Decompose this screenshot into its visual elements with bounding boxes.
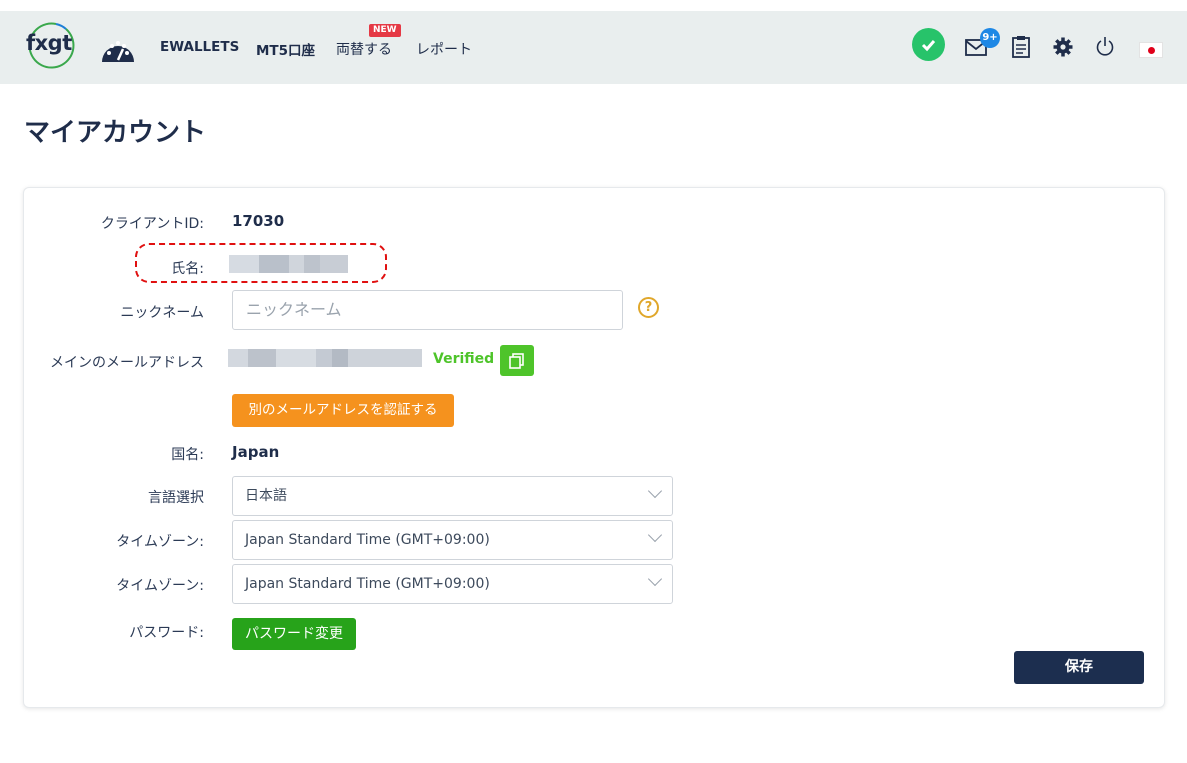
redaction-block [259, 255, 289, 273]
client-id-value: 17030 [232, 212, 285, 230]
gear-icon[interactable] [1053, 37, 1073, 57]
save-button[interactable]: 保存 [1014, 651, 1144, 684]
redaction-block [276, 349, 316, 367]
client-id-label: クライアントID: [100, 216, 204, 232]
chevron-down-icon [647, 527, 663, 543]
timezone-select-value: Japan Standard Time (GMT+09:00) [245, 532, 490, 548]
dashboard-gauge-icon[interactable] [100, 35, 136, 65]
timezone-label-2: タイムゾーン: [116, 578, 204, 594]
top-navbar: fxgt EWALLETS MT5口座 両替する NEW レポート 9+ [0, 11, 1187, 84]
timezone-select-2[interactable]: Japan Standard Time (GMT+09:00) [232, 564, 673, 604]
copy-email-button[interactable] [500, 345, 534, 376]
nav-ewallets[interactable]: EWALLETS [160, 39, 239, 55]
country-label: 国名: [171, 447, 204, 463]
timezone-label: タイムゾーン: [116, 534, 204, 550]
nav-mt5-accounts[interactable]: MT5口座 [256, 39, 315, 59]
fxgt-logo[interactable]: fxgt [26, 21, 80, 71]
chevron-down-icon [647, 571, 663, 587]
nickname-label: ニックネーム [120, 305, 204, 321]
timezone-select[interactable]: Japan Standard Time (GMT+09:00) [232, 520, 673, 560]
language-select-value: 日本語 [245, 488, 287, 504]
logo-text: fxgt [26, 31, 72, 55]
timezone-select-value-2: Japan Standard Time (GMT+09:00) [245, 576, 490, 592]
redaction-block [348, 349, 422, 367]
email-verified-status: Verified [433, 351, 495, 367]
nav-exchange[interactable]: 両替する [336, 39, 392, 59]
help-question-icon[interactable]: ? [638, 297, 659, 318]
page-title: マイアカウント [24, 118, 207, 148]
redaction-block [316, 349, 332, 367]
language-select[interactable]: 日本語 [232, 476, 673, 516]
account-form-card: クライアントID: 17030 氏名: ニックネーム ニックネーム ? メインの… [23, 187, 1165, 708]
verified-status-icon[interactable] [912, 28, 945, 61]
verify-other-email-button[interactable]: 別のメールアドレスを認証する [232, 394, 454, 427]
password-label: パスワード: [129, 625, 204, 641]
change-password-button[interactable]: パスワード変更 [232, 618, 356, 650]
email-label: メインのメールアドレス [50, 355, 204, 371]
redaction-block [248, 349, 276, 367]
new-badge: NEW [369, 24, 401, 37]
chevron-down-icon [647, 483, 663, 499]
redaction-block [304, 255, 320, 273]
language-label: 言語選択 [148, 490, 204, 506]
power-icon[interactable] [1095, 36, 1115, 57]
nickname-input[interactable]: ニックネーム [232, 290, 623, 330]
checkmark-icon [921, 40, 936, 52]
clipboard-icon[interactable] [1011, 35, 1031, 58]
country-value: Japan [232, 443, 280, 461]
redaction-block [332, 349, 348, 367]
nav-reports[interactable]: レポート [416, 39, 472, 59]
redaction-block [289, 255, 304, 273]
redaction-block [228, 349, 248, 367]
redaction-block [229, 255, 259, 273]
name-label: 氏名: [171, 261, 204, 277]
mail-count-badge: 9+ [980, 28, 1000, 48]
copy-icon [509, 353, 524, 369]
redaction-block [320, 255, 348, 273]
japan-flag-icon[interactable] [1139, 42, 1163, 58]
